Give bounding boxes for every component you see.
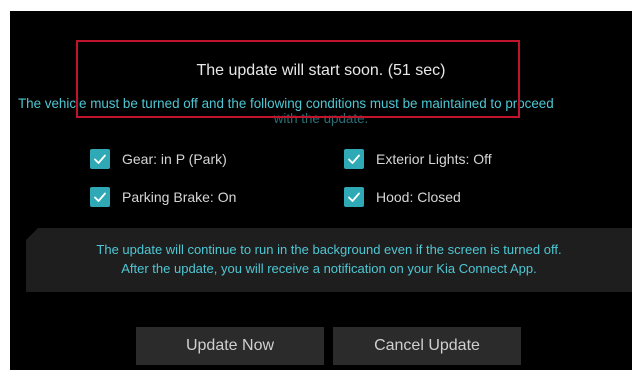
checkbox-checked-icon	[344, 187, 364, 207]
checkmark-icon	[348, 192, 360, 202]
condition-hood: Hood: Closed	[344, 187, 461, 207]
checkmark-icon	[348, 154, 360, 164]
update-screen: The update will start soon. (51 sec) The…	[10, 11, 632, 370]
checkbox-checked-icon	[90, 149, 110, 169]
background-update-info-panel: The update will continue to run in the b…	[26, 228, 632, 292]
checkbox-checked-icon	[344, 149, 364, 169]
checkmark-icon	[94, 154, 106, 164]
condition-gear: Gear: in P (Park)	[90, 149, 227, 169]
condition-label: Parking Brake: On	[122, 189, 237, 205]
condition-label: Gear: in P (Park)	[122, 151, 227, 167]
update-now-button[interactable]: Update Now	[136, 327, 324, 365]
highlight-box	[76, 40, 520, 118]
info-line-background: The update will continue to run in the b…	[96, 242, 562, 257]
info-line-notification: After the update, you will receive a not…	[121, 261, 537, 276]
condition-parking-brake: Parking Brake: On	[90, 187, 236, 207]
cancel-update-button[interactable]: Cancel Update	[333, 327, 521, 365]
checkmark-icon	[94, 192, 106, 202]
condition-label: Hood: Closed	[376, 189, 461, 205]
condition-exterior-lights: Exterior Lights: Off	[344, 149, 492, 169]
condition-label: Exterior Lights: Off	[376, 151, 492, 167]
checkbox-checked-icon	[90, 187, 110, 207]
